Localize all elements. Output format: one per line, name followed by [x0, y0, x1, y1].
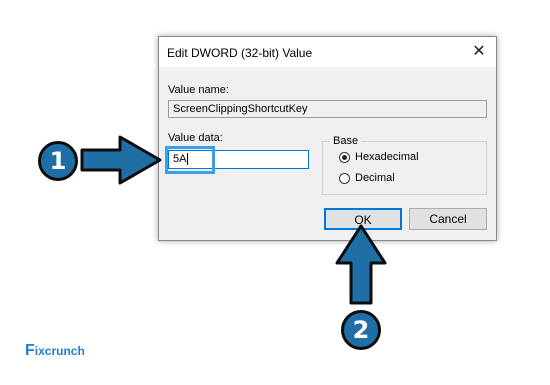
value-name-label: Value name:	[168, 84, 229, 96]
base-label: Base	[330, 135, 362, 147]
value-data-label: Value data:	[168, 132, 223, 144]
radio-dec-button[interactable]	[339, 173, 350, 184]
arrow-right-icon	[80, 135, 162, 185]
close-icon[interactable]: ✕	[468, 41, 490, 63]
dialog-title: Edit DWORD (32-bit) Value	[167, 46, 313, 60]
radio-hex-label: Hexadecimal	[355, 151, 419, 163]
fixcrunch-logo: Fixcrunch	[25, 342, 85, 359]
edit-dword-dialog: Edit DWORD (32-bit) Value ✕ Value name: …	[158, 36, 497, 241]
radio-hex-button[interactable]	[339, 152, 350, 163]
value-data-highlight	[165, 146, 215, 174]
radio-dec-label: Decimal	[355, 172, 395, 184]
value-name-field: ScreenClippingShortcutKey	[168, 100, 487, 118]
step-2-badge: 2	[341, 310, 381, 350]
title-bar: Edit DWORD (32-bit) Value ✕	[159, 37, 496, 67]
cancel-button[interactable]: Cancel	[409, 208, 487, 230]
step-1-badge: 1	[38, 141, 78, 181]
base-groupbox	[322, 141, 487, 195]
ok-button[interactable]: OK	[324, 208, 402, 230]
